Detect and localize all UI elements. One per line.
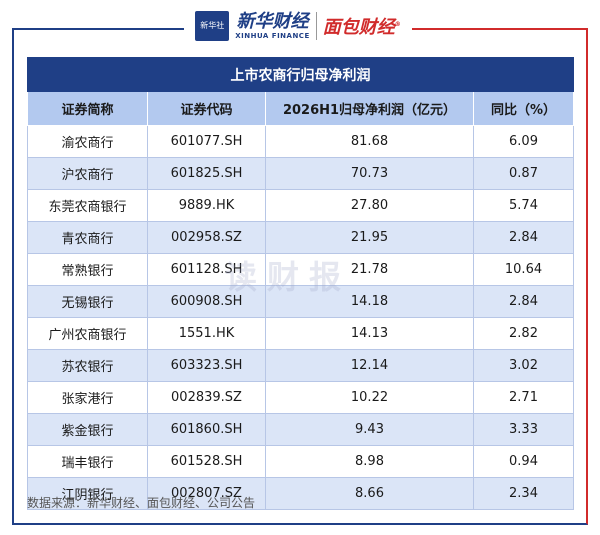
table-cell: 10.64 — [473, 253, 574, 286]
table-cell: 603323.SH — [147, 349, 266, 382]
table-cell: 青农商行 — [27, 221, 148, 254]
table-cell: 601860.SH — [147, 413, 266, 446]
table-header-row: 证券简称 证券代码 2026H1归母净利润（亿元） 同比（%） — [27, 91, 574, 126]
frame-top-left-line — [12, 28, 184, 30]
table-cell: 张家港行 — [27, 381, 148, 414]
table-row: 瑞丰银行 601528.SH 8.98 0.94 — [27, 445, 574, 478]
profit-table: 上市农商行归母净利润 证券简称 证券代码 2026H1归母净利润（亿元） 同比（%） … — [27, 57, 574, 510]
table-cell: 27.80 — [265, 189, 474, 222]
registered-mark-icon: ® — [394, 21, 401, 28]
table-cell: 2.84 — [473, 221, 574, 254]
table-cell: 广州农商银行 — [27, 317, 148, 350]
table-cell: 21.95 — [265, 221, 474, 254]
table-row: 苏农银行 603323.SH 12.14 3.02 — [27, 349, 574, 382]
table-cell: 6.09 — [473, 125, 574, 158]
table-row: 青农商行 002958.SZ 21.95 2.84 — [27, 221, 574, 254]
table-row: 渝农商行 601077.SH 81.68 6.09 — [27, 125, 574, 158]
mianbao-finance-text: 面包财经 — [322, 17, 395, 38]
table-cell: 东莞农商银行 — [27, 189, 148, 222]
table-cell: 8.98 — [265, 445, 474, 478]
table-cell: 10.22 — [265, 381, 474, 414]
table-cell: 14.18 — [265, 285, 474, 318]
table-cell: 601128.SH — [147, 253, 266, 286]
table-cell: 601825.SH — [147, 157, 266, 190]
frame-top-right-line — [412, 28, 588, 30]
table-cell: 002958.SZ — [147, 221, 266, 254]
table-cell: 81.68 — [265, 125, 474, 158]
table-cell: 8.66 — [265, 477, 474, 510]
header-logos: 新华社 新华财经 XINHUA FINANCE 面包财经® — [184, 6, 412, 46]
table-cell: 0.87 — [473, 157, 574, 190]
table-cell: 2.71 — [473, 381, 574, 414]
table-cell: 沪农商行 — [27, 157, 148, 190]
table-cell: 9.43 — [265, 413, 474, 446]
table-cell: 5.74 — [473, 189, 574, 222]
table-row: 紫金银行 601860.SH 9.43 3.33 — [27, 413, 574, 446]
table-row: 广州农商银行 1551.HK 14.13 2.82 — [27, 317, 574, 350]
table-row: 沪农商行 601825.SH 70.73 0.87 — [27, 157, 574, 190]
table-cell: 1551.HK — [147, 317, 266, 350]
table-cell: 3.02 — [473, 349, 574, 382]
table-cell: 601077.SH — [147, 125, 266, 158]
table-body: 渝农商行 601077.SH 81.68 6.09 沪农商行 601825.SH 70.73… — [27, 125, 574, 510]
table-cell: 0.94 — [473, 445, 574, 478]
xinhua-finance-logo: 新华财经 XINHUA FINANCE — [235, 11, 310, 41]
table-cell: 21.78 — [265, 253, 474, 286]
xinhua-finance-en: XINHUA FINANCE — [235, 32, 310, 40]
column-header: 2026H1归母净利润（亿元） — [265, 91, 474, 126]
table-cell: 渝农商行 — [27, 125, 148, 158]
table-row: 张家港行 002839.SZ 10.22 2.71 — [27, 381, 574, 414]
table-cell: 2.84 — [473, 285, 574, 318]
table-cell: 常熟银行 — [27, 253, 148, 286]
table-cell: 002839.SZ — [147, 381, 266, 414]
table-cell: 14.13 — [265, 317, 474, 350]
column-header: 同比（%） — [473, 91, 574, 126]
table-cell: 70.73 — [265, 157, 474, 190]
table-cell: 600908.SH — [147, 285, 266, 318]
table-cell: 601528.SH — [147, 445, 266, 478]
logo-separator — [315, 12, 317, 40]
data-source-note: 数据来源：新华财经、面包财经、公司公告 — [27, 496, 256, 510]
column-header: 证券代码 — [147, 91, 266, 126]
xinhua-badge-logo: 新华社 — [195, 11, 230, 41]
table-cell: 2.82 — [473, 317, 574, 350]
table-cell: 瑞丰银行 — [27, 445, 148, 478]
table-cell: 9889.HK — [147, 189, 266, 222]
table-cell: 12.14 — [265, 349, 474, 382]
mianbao-finance-logo: 面包财经® — [323, 13, 401, 39]
table-cell: 无锡银行 — [27, 285, 148, 318]
xinhua-finance-cn: 新华财经 — [236, 11, 309, 32]
table-row: 常熟银行 601128.SH 21.78 10.64 — [27, 253, 574, 286]
table-cell: 苏农银行 — [27, 349, 148, 382]
table-row: 无锡银行 600908.SH 14.18 2.84 — [27, 285, 574, 318]
table-title: 上市农商行归母净利润 — [27, 57, 574, 92]
table-row: 东莞农商银行 9889.HK 27.80 5.74 — [27, 189, 574, 222]
table-cell: 2.34 — [473, 477, 574, 510]
table-cell: 3.33 — [473, 413, 574, 446]
table-cell: 紫金银行 — [27, 413, 148, 446]
column-header: 证券简称 — [27, 91, 148, 126]
